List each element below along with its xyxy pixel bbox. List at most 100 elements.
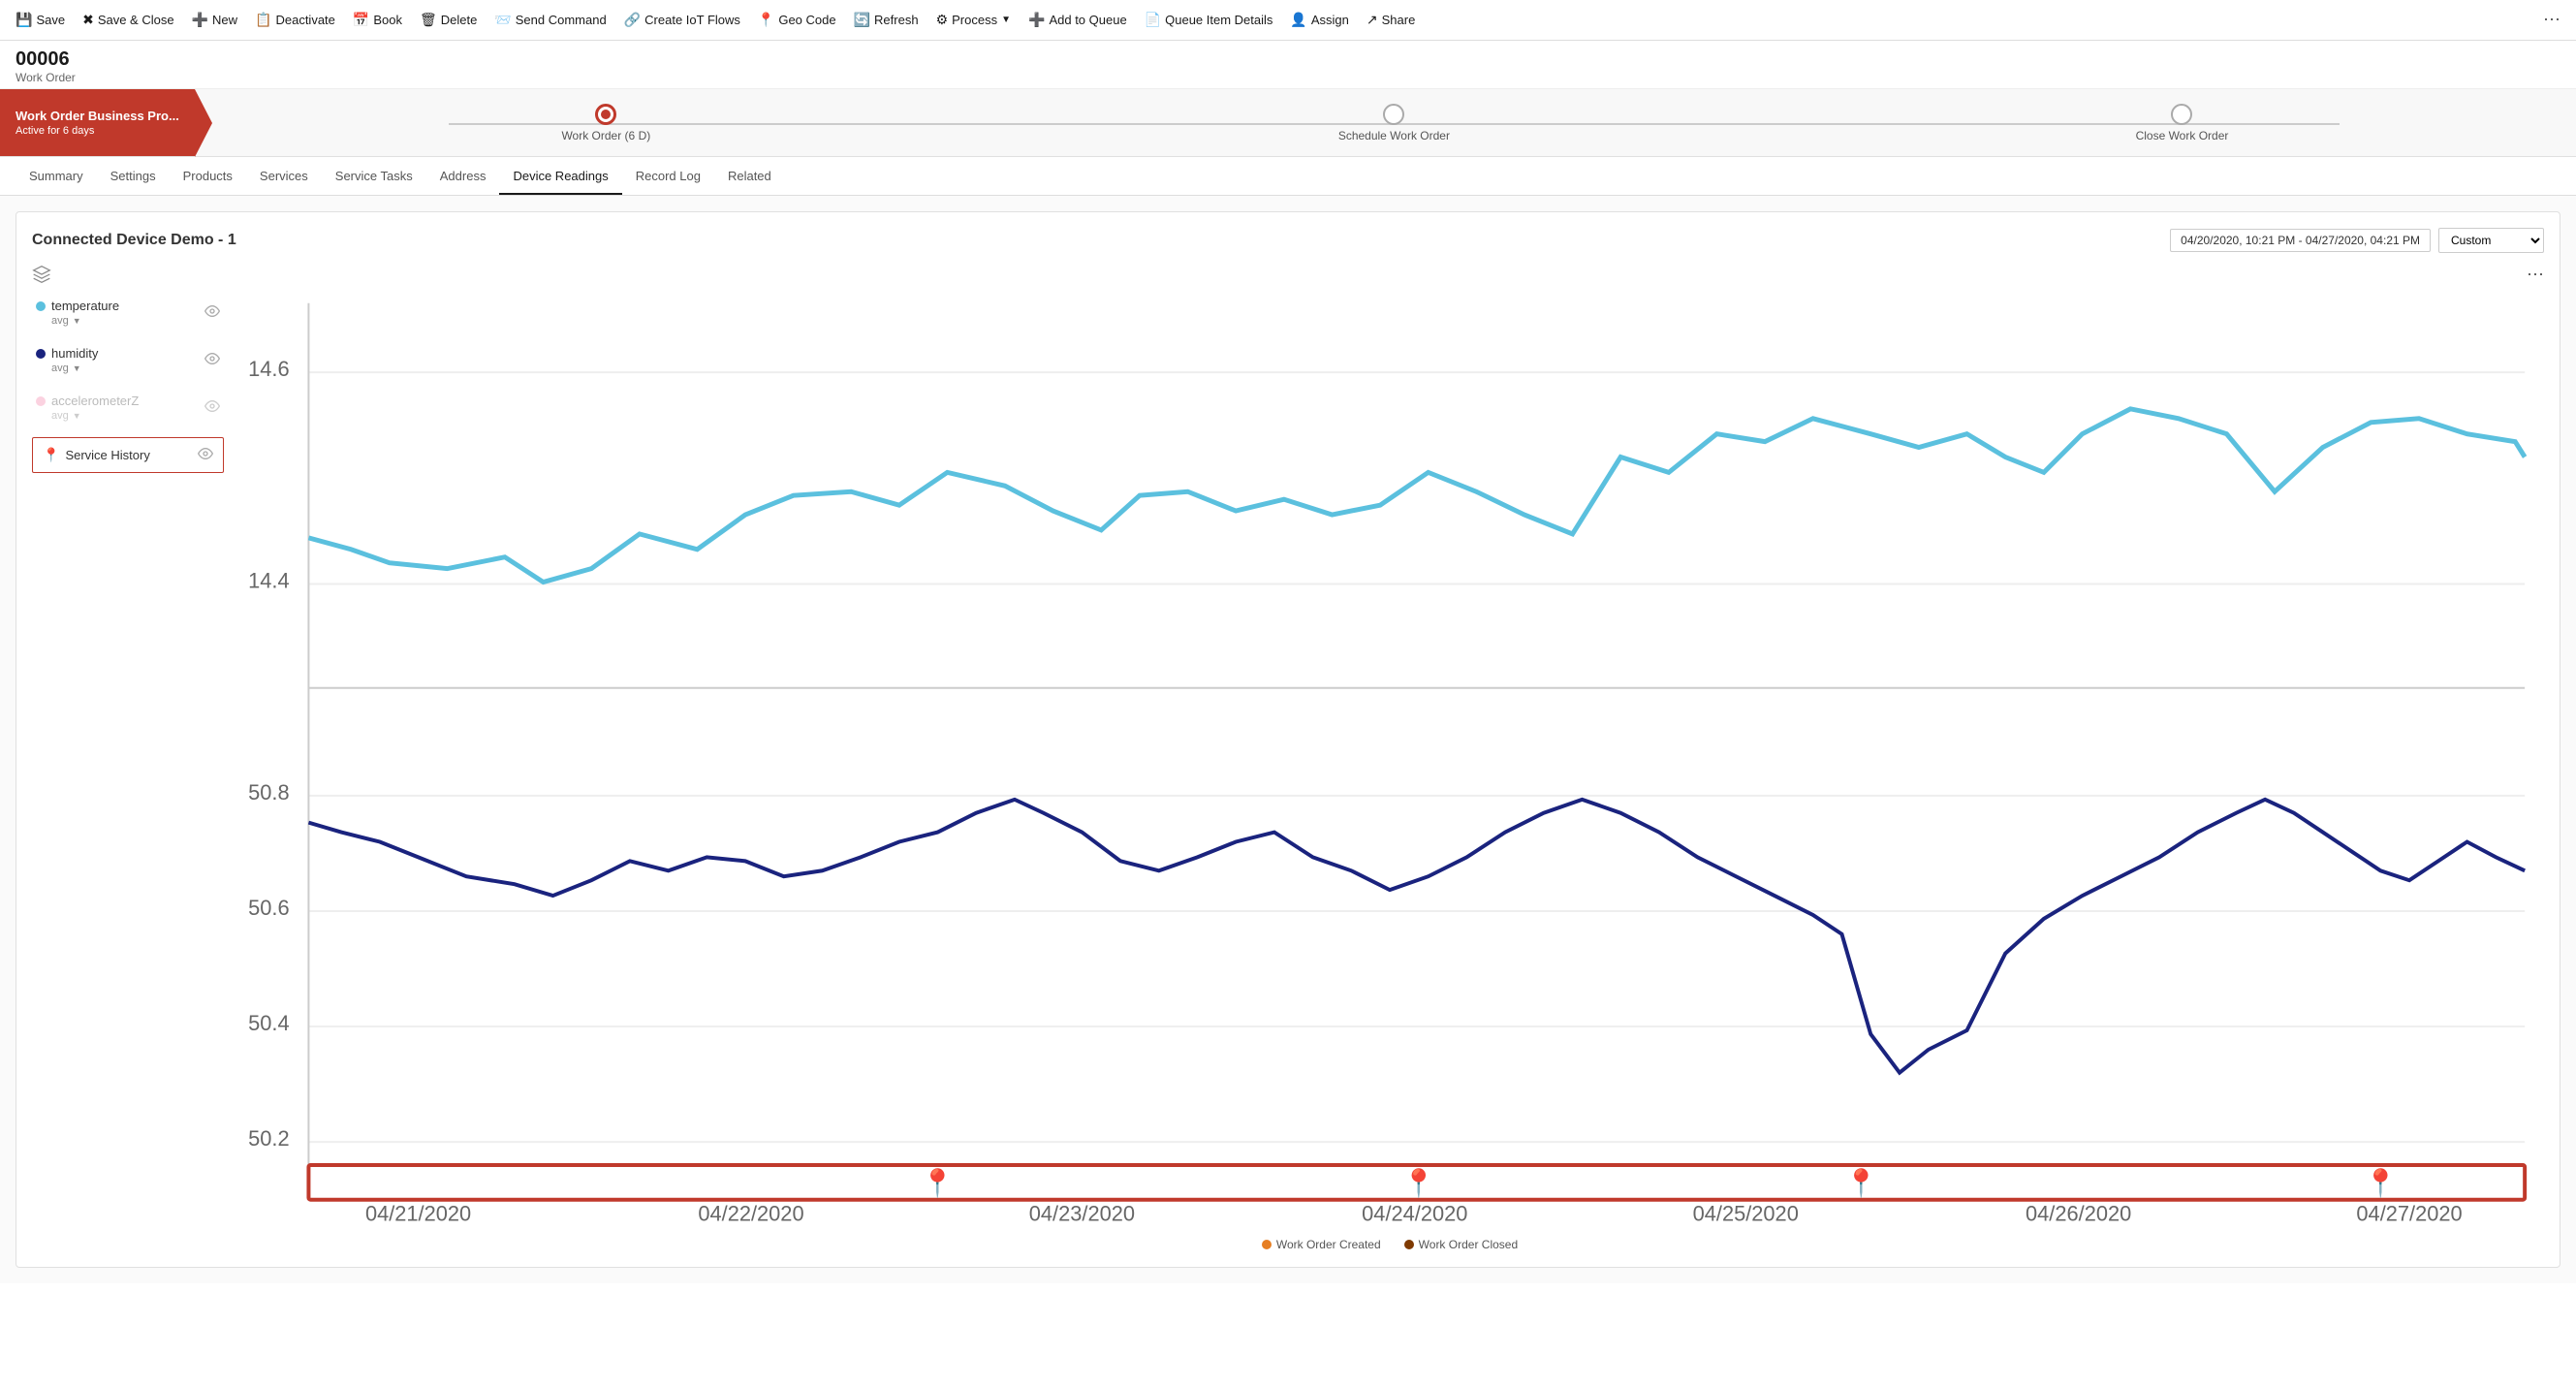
tab-summary[interactable]: Summary xyxy=(16,159,97,195)
temperature-label: temperature xyxy=(51,299,119,313)
y-label-hum-504: 50.4 xyxy=(248,1011,289,1035)
chart-more-options[interactable]: ⋯ xyxy=(2527,265,2544,285)
humidity-agg: avg xyxy=(51,363,69,374)
save-button[interactable]: 💾 Save xyxy=(8,8,73,32)
legend-work-order-closed: Work Order Closed xyxy=(1404,1238,1518,1251)
legend-humidity-name: humidity xyxy=(36,346,98,361)
chart-ellipsis-icon[interactable]: ⋯ xyxy=(2527,265,2544,284)
main-content: Connected Device Demo - 1 04/20/2020, 10… xyxy=(0,196,2576,1283)
accelerometerZ-dropdown-icon[interactable]: ▼ xyxy=(73,411,81,421)
humidity-dropdown-icon[interactable]: ▼ xyxy=(73,363,81,373)
stage-circle-close xyxy=(2171,104,2192,125)
humidity-sub: avg ▼ xyxy=(51,363,98,374)
service-history-label: Service History xyxy=(65,448,149,462)
temperature-dropdown-icon[interactable]: ▼ xyxy=(73,316,81,326)
accelerometerZ-visibility-icon[interactable] xyxy=(204,398,220,417)
process-dropdown-icon: ▼ xyxy=(1001,15,1011,25)
tab-record-log[interactable]: Record Log xyxy=(622,159,714,195)
accelerometerZ-agg: avg xyxy=(51,410,69,422)
chart-area: ⋯ 14.6 14.4 50.8 50.6 50.4 50.2 xyxy=(236,265,2544,1251)
pin-3: 📍 xyxy=(1844,1167,1878,1199)
time-range-select[interactable]: Custom Last 7 Days Last 30 Days xyxy=(2438,228,2544,253)
y-label-hum-502: 50.2 xyxy=(248,1126,289,1151)
more-options-button[interactable]: ⋯ xyxy=(2535,6,2568,34)
work-order-closed-label: Work Order Closed xyxy=(1419,1238,1518,1251)
temperature-line xyxy=(308,409,2525,583)
chart-container: temperature avg ▼ xyxy=(32,265,2544,1251)
stage-step-schedule[interactable]: Schedule Work Order xyxy=(1000,104,1788,142)
assign-button[interactable]: 👤 Assign xyxy=(1282,8,1356,32)
active-stage-label[interactable]: Work Order Business Pro... Active for 6 … xyxy=(0,89,195,156)
legend-accelerometerZ-left: accelerometerZ avg ▼ xyxy=(36,394,139,422)
active-stage-sub: Active for 6 days xyxy=(16,125,179,137)
pin-2: 📍 xyxy=(1401,1167,1435,1199)
layers-icon[interactable] xyxy=(32,265,224,287)
date-range-display[interactable]: 04/20/2020, 10:21 PM - 04/27/2020, 04:21… xyxy=(2170,229,2431,252)
legend-temperature[interactable]: temperature avg ▼ xyxy=(32,295,224,331)
legend-work-order-created: Work Order Created xyxy=(1262,1238,1381,1251)
send-command-button[interactable]: 📨 Send Command xyxy=(487,8,613,32)
temperature-dot xyxy=(36,301,46,311)
tab-products[interactable]: Products xyxy=(170,159,246,195)
legend-temperature-left: temperature avg ▼ xyxy=(36,299,119,327)
chart-svg: 14.6 14.4 50.8 50.6 50.4 50.2 xyxy=(236,265,2544,1227)
queue-item-details-button[interactable]: 📄 Queue Item Details xyxy=(1137,8,1281,32)
pin-4: 📍 xyxy=(2364,1167,2398,1199)
save-icon: 💾 xyxy=(16,12,32,28)
stage-chevron xyxy=(195,89,212,157)
legend-accelerometerZ-name: accelerometerZ xyxy=(36,394,139,408)
y-label-hum-508: 50.8 xyxy=(248,780,289,804)
tab-related[interactable]: Related xyxy=(714,159,785,195)
book-icon: 📅 xyxy=(353,12,369,28)
geo-code-button[interactable]: 📍 Geo Code xyxy=(750,8,844,32)
legend-humidity[interactable]: humidity avg ▼ xyxy=(32,342,224,378)
stage-label-close: Close Work Order xyxy=(2136,129,2229,142)
record-id: 00006 xyxy=(16,48,2560,71)
new-button[interactable]: ➕ New xyxy=(184,8,245,32)
tab-service-tasks[interactable]: Service Tasks xyxy=(322,159,426,195)
tab-address[interactable]: Address xyxy=(426,159,500,195)
temperature-sub: avg ▼ xyxy=(51,315,119,327)
work-order-closed-dot xyxy=(1404,1240,1414,1249)
stage-steps: Work Order (6 D) Schedule Work Order Clo… xyxy=(212,104,2576,142)
nav-tabs: Summary Settings Products Services Servi… xyxy=(0,157,2576,196)
temperature-agg: avg xyxy=(51,315,69,327)
y-label-temp-146: 14.6 xyxy=(248,357,289,381)
humidity-dot xyxy=(36,349,46,359)
deactivate-button[interactable]: 📋 Deactivate xyxy=(247,8,343,32)
save-close-button[interactable]: ✖ Save & Close xyxy=(75,8,182,32)
stage-step-close[interactable]: Close Work Order xyxy=(1788,104,2576,142)
service-history-eye-icon[interactable] xyxy=(198,446,213,464)
more-icon: ⋯ xyxy=(2543,10,2560,30)
temperature-visibility-icon[interactable] xyxy=(204,303,220,322)
x-label-0427: 04/27/2020 xyxy=(2356,1202,2462,1226)
tab-services[interactable]: Services xyxy=(246,159,322,195)
share-icon: ↗ xyxy=(1367,12,1378,28)
stage-label-schedule: Schedule Work Order xyxy=(1338,129,1450,142)
legend-humidity-left: humidity avg ▼ xyxy=(36,346,98,374)
accelerometerZ-label: accelerometerZ xyxy=(51,394,139,408)
process-button[interactable]: ⚙ Process ▼ xyxy=(928,8,1019,32)
y-label-temp-144: 14.4 xyxy=(248,568,289,592)
humidity-visibility-icon[interactable] xyxy=(204,351,220,369)
stage-step-workorder[interactable]: Work Order (6 D) xyxy=(212,104,1000,142)
refresh-button[interactable]: 🔄 Refresh xyxy=(846,8,927,32)
legend-temperature-name: temperature xyxy=(36,299,119,313)
create-iot-flows-button[interactable]: 🔗 Create IoT Flows xyxy=(616,8,748,32)
book-button[interactable]: 📅 Book xyxy=(345,8,410,32)
service-history-item[interactable]: 📍 Service History xyxy=(32,437,224,473)
save-close-icon: ✖ xyxy=(82,12,94,28)
refresh-icon: 🔄 xyxy=(854,12,870,28)
assign-icon: 👤 xyxy=(1290,12,1306,28)
readings-card: Connected Device Demo - 1 04/20/2020, 10… xyxy=(16,211,2560,1268)
add-queue-icon: ➕ xyxy=(1028,12,1045,28)
active-stage-name: Work Order Business Pro... xyxy=(16,109,179,123)
humidity-label: humidity xyxy=(51,346,98,361)
delete-button[interactable]: 🗑 Delete xyxy=(412,8,485,32)
pin-1: 📍 xyxy=(921,1167,955,1199)
tab-settings[interactable]: Settings xyxy=(97,159,170,195)
add-to-queue-button[interactable]: ➕ Add to Queue xyxy=(1021,8,1135,32)
share-button[interactable]: ↗ Share xyxy=(1359,8,1423,32)
legend-accelerometerZ[interactable]: accelerometerZ avg ▼ xyxy=(32,390,224,426)
tab-device-readings[interactable]: Device Readings xyxy=(499,159,621,195)
